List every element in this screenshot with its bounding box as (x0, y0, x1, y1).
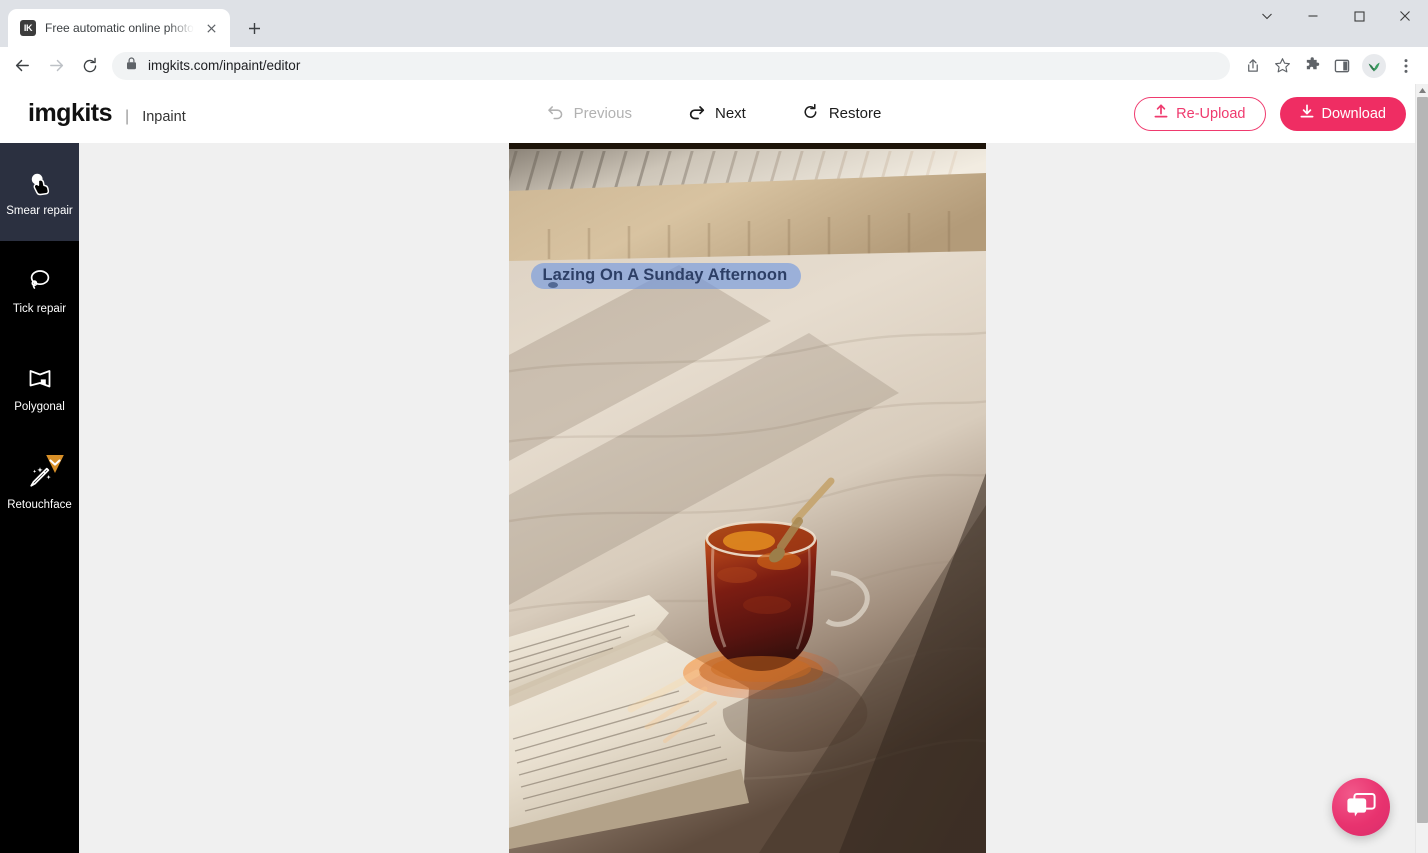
photo-artwork (508, 143, 986, 853)
reload-icon[interactable] (74, 50, 106, 82)
imgkits-inpaint-app: imgkits | Inpaint Previous Next Restore … (0, 84, 1428, 853)
browser-address-toolbar: imgkits.com/inpaint/editor (0, 47, 1428, 84)
sidebar-item-polygonal[interactable]: Polygonal (0, 339, 79, 437)
restore-circular-arrow-icon (802, 103, 820, 125)
sidebar-item-smear-repair[interactable]: Smear repair (0, 143, 79, 241)
three-dot-menu-icon[interactable] (1392, 52, 1420, 80)
chat-widget-button[interactable] (1332, 778, 1390, 836)
restore-label: Restore (828, 105, 882, 122)
sidebar-item-tick-repair[interactable]: Tick repair (0, 241, 79, 339)
next-button[interactable]: Next (688, 103, 746, 125)
profile-avatar-icon[interactable] (1362, 53, 1386, 78)
side-panel-icon[interactable] (1328, 52, 1356, 80)
app-header: imgkits | Inpaint Previous Next Restore … (0, 84, 1428, 143)
sidebar-item-retouchface[interactable]: Retouchface (0, 437, 79, 535)
star-icon[interactable] (1268, 52, 1296, 80)
editor-history-tools: Previous Next Restore (547, 103, 882, 125)
imgkits-logo: imgkits (28, 99, 113, 127)
close-icon[interactable] (1382, 0, 1428, 32)
header-actions: Re-Upload Download (1134, 96, 1406, 131)
brand[interactable]: imgkits | Inpaint (28, 99, 186, 128)
scrollbar-thumb[interactable] (1417, 97, 1428, 823)
share-icon[interactable] (1238, 52, 1266, 80)
tab-strip: IK Free automatic online photo reto (0, 9, 268, 47)
previous-label: Previous (573, 105, 632, 122)
browser-tab[interactable]: IK Free automatic online photo reto (8, 9, 230, 47)
download-label: Download (1321, 105, 1387, 122)
chat-bubbles-icon (1346, 792, 1376, 823)
tab-title: Free automatic online photo reto (45, 21, 194, 35)
polygon-icon (25, 364, 55, 394)
download-icon (1300, 104, 1314, 123)
url-text: imgkits.com/inpaint/editor (148, 58, 301, 73)
back-arrow-icon[interactable] (6, 50, 38, 82)
product-name: Inpaint (142, 109, 186, 125)
maximize-icon[interactable] (1336, 0, 1382, 32)
tool-sidebar: Smear repair Tick repair Polygonal Retou… (0, 143, 79, 853)
brand-separator: | (125, 108, 130, 125)
inpaint-mask-text[interactable]: Lazing On A Sunday Afternoon (530, 263, 802, 289)
new-tab-button[interactable] (240, 14, 268, 42)
close-icon[interactable] (203, 20, 220, 37)
next-label: Next (714, 105, 746, 122)
browser-tab-bar: IK Free automatic online photo reto (0, 0, 1428, 47)
minimize-icon[interactable] (1290, 0, 1336, 32)
forward-arrow-icon[interactable] (40, 50, 72, 82)
lasso-tick-repair-icon (25, 266, 55, 296)
smear-repair-icon (25, 168, 55, 198)
lock-icon (126, 56, 137, 75)
upload-icon (1154, 104, 1168, 123)
address-bar[interactable]: imgkits.com/inpaint/editor (112, 51, 1230, 80)
sidebar-label-retouchface: Retouchface (7, 498, 72, 511)
sidebar-label-smear-repair: Smear repair (6, 204, 73, 217)
scroll-up-arrow-icon[interactable] (1416, 84, 1428, 97)
undo-arrow-icon (547, 103, 565, 125)
imgkits-favicon: IK (20, 20, 36, 36)
sidebar-label-polygonal: Polygonal (14, 400, 65, 413)
photo-image[interactable]: Lazing On A Sunday Afternoon (508, 143, 986, 853)
redo-arrow-icon (688, 103, 706, 125)
puzzle-icon[interactable] (1298, 52, 1326, 80)
sidebar-label-tick-repair: Tick repair (12, 302, 67, 315)
re-upload-label: Re-Upload (1176, 105, 1246, 122)
editor-canvas[interactable]: Lazing On A Sunday Afternoon (79, 143, 1415, 853)
previous-button[interactable]: Previous (547, 103, 632, 125)
download-button[interactable]: Download (1279, 96, 1406, 131)
page-scrollbar[interactable] (1415, 84, 1428, 853)
vip-diamond-badge (43, 453, 67, 475)
re-upload-button[interactable]: Re-Upload (1134, 96, 1266, 131)
window-controls (1244, 0, 1428, 32)
chevron-down-icon[interactable] (1244, 0, 1290, 32)
restore-button[interactable]: Restore (802, 103, 882, 125)
